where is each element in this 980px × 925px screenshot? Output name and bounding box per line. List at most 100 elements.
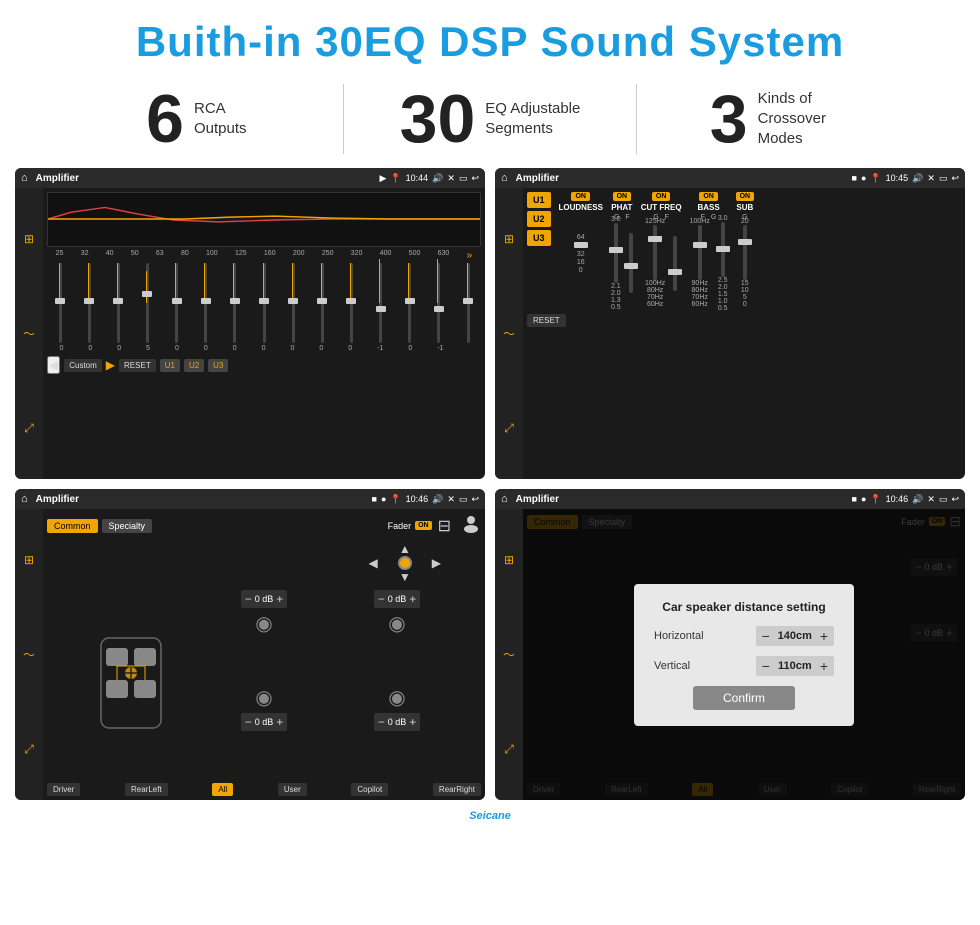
stat-divider-1	[343, 84, 344, 154]
all-button[interactable]: All	[212, 783, 233, 796]
eq-slider-2[interactable]	[76, 263, 102, 343]
eq-reset-button[interactable]: RESET	[119, 359, 156, 372]
dialog-home-icon[interactable]: ⌂	[501, 493, 508, 505]
eq-sidebar-eq-icon[interactable]: ⊞	[24, 232, 34, 246]
dialog-volume-icon: 🔊	[912, 494, 923, 505]
eq-sidebar: ⊞ 〜 ⤢	[15, 188, 43, 479]
speaker-layout: − 0 dB + ◉	[47, 590, 481, 775]
eq-slider-11[interactable]	[338, 263, 364, 343]
db-control-bl: − 0 dB +	[241, 713, 288, 731]
vertical-minus[interactable]: −	[762, 658, 770, 674]
fader-label: Fader	[388, 521, 412, 531]
eq-slider-8[interactable]	[251, 263, 277, 343]
eq-values: 0 0 0 5 0 0 0 0 0 0 0 -1 0 -1	[47, 345, 481, 352]
fader-right-icon[interactable]: ▶	[432, 556, 441, 570]
amp-cutfreq-sliders: 125Hz 100Hz 80Hz 70Hz 60Hz	[645, 223, 677, 303]
horizontal-plus[interactable]: +	[820, 628, 828, 644]
db-minus-br[interactable]: −	[378, 715, 385, 729]
driver-button[interactable]: Driver	[47, 783, 80, 796]
eq-next-button[interactable]: ▶	[106, 358, 115, 372]
eq-slider-3[interactable]	[105, 263, 131, 343]
dialog-sidebar-expand-icon[interactable]: ⤢	[504, 742, 514, 757]
amp-u1-button[interactable]: U1	[527, 192, 551, 208]
screens-grid: ⌂ Amplifier ▶ 📍 10:44 🔊 ✕ ▭ ↩ ⊞ 〜 ⤢	[0, 168, 980, 808]
eq-sidebar-wave-icon[interactable]: 〜	[23, 325, 35, 342]
eq-slider-4[interactable]	[134, 263, 160, 343]
eq-more-icon[interactable]: »	[467, 250, 473, 261]
eq-slider-6[interactable]	[193, 263, 219, 343]
eq-u1-button[interactable]: U1	[160, 359, 180, 372]
common-sidebar-wave-icon[interactable]: 〜	[23, 646, 35, 663]
eq-slider-7[interactable]	[222, 263, 248, 343]
eq-u3-button[interactable]: U3	[208, 359, 228, 372]
eq-sidebar-expand-icon[interactable]: ⤢	[24, 421, 34, 436]
common-volume-icon: 🔊	[432, 494, 443, 505]
rearleft-button[interactable]: RearLeft	[125, 783, 168, 796]
eq-slider-5[interactable]	[164, 263, 190, 343]
db-minus-tl[interactable]: −	[245, 592, 252, 606]
common-home-icon[interactable]: ⌂	[21, 493, 28, 505]
eq-slider-13[interactable]	[397, 263, 423, 343]
eq-content: ⊞ 〜 ⤢ 25 32 4	[15, 188, 485, 479]
copilot-button[interactable]: Copilot	[351, 783, 388, 796]
horizontal-minus[interactable]: −	[762, 628, 770, 644]
amp-bass-on[interactable]: ON	[699, 192, 718, 201]
eq-graph	[47, 192, 481, 247]
rearright-button[interactable]: RearRight	[433, 783, 481, 796]
db-plus-tl[interactable]: +	[276, 592, 283, 606]
stat-rca-number: 6	[146, 85, 184, 153]
fader-left-icon[interactable]: ◀	[369, 556, 378, 570]
eq-window-icon: ▭	[459, 173, 468, 184]
amp-content: ⊞ 〜 ⤢ U1 U2 U3 ON LOUDNESS	[495, 188, 965, 479]
stat-rca-desc: RCAOutputs	[194, 99, 247, 140]
eq-slider-12[interactable]	[368, 263, 394, 343]
dialog-sidebar-eq-icon[interactable]: ⊞	[504, 553, 514, 567]
amp-loudness-on[interactable]: ON	[571, 192, 590, 201]
eq-custom-button[interactable]: Custom	[64, 359, 102, 372]
common-sidebar-expand-icon[interactable]: ⤢	[24, 742, 34, 757]
amp-phat-on[interactable]: ON	[613, 192, 632, 201]
amp-u3-button[interactable]: U3	[527, 230, 551, 246]
amp-cutfreq-on[interactable]: ON	[652, 192, 671, 201]
amp-sidebar-expand-icon[interactable]: ⤢	[504, 421, 514, 436]
eq-slider-15[interactable]	[455, 263, 481, 343]
db-plus-br[interactable]: +	[409, 715, 416, 729]
db-minus-bl[interactable]: −	[245, 715, 252, 729]
vertical-plus[interactable]: +	[820, 658, 828, 674]
amp-reset-button[interactable]: RESET	[527, 314, 566, 327]
eq-slider-14[interactable]	[426, 263, 452, 343]
stat-rca: 6 RCAOutputs	[60, 85, 333, 153]
profile-icon[interactable]	[461, 513, 481, 538]
stat-eq-number: 30	[400, 85, 476, 153]
eq-slider-9[interactable]	[280, 263, 306, 343]
amp-u2-button[interactable]: U2	[527, 211, 551, 227]
dialog-sidebar-wave-icon[interactable]: 〜	[503, 646, 515, 663]
speaker-tr: − 0 dB + ◉	[313, 590, 481, 681]
stat-divider-2	[636, 84, 637, 154]
eq-u2-button[interactable]: U2	[184, 359, 204, 372]
dialog-dot-icon: ●	[861, 494, 866, 504]
specialty-tab[interactable]: Specialty	[102, 519, 153, 533]
confirm-button[interactable]: Confirm	[693, 686, 795, 710]
amp-sidebar-eq-icon[interactable]: ⊞	[504, 232, 514, 246]
fader-up-icon[interactable]: ▲	[399, 542, 411, 556]
eq-slider-10[interactable]	[309, 263, 335, 343]
eq-home-icon[interactable]: ⌂	[21, 172, 28, 184]
fader-slider-icon[interactable]: ⊟	[438, 516, 451, 536]
common-tab[interactable]: Common	[47, 519, 98, 533]
db-plus-tr[interactable]: +	[409, 592, 416, 606]
amp-home-icon[interactable]: ⌂	[501, 172, 508, 184]
modal-box: Car speaker distance setting Horizontal …	[634, 584, 854, 726]
db-minus-tr[interactable]: −	[378, 592, 385, 606]
db-plus-bl[interactable]: +	[276, 715, 283, 729]
amp-sidebar-wave-icon[interactable]: 〜	[503, 325, 515, 342]
fader-down-icon[interactable]: ▼	[399, 570, 411, 584]
amp-sub-on[interactable]: ON	[736, 192, 755, 201]
common-main: Common Specialty Fader ON ⊟ ▲ ◀	[43, 509, 485, 800]
eq-prev-button[interactable]: ◀	[47, 356, 60, 374]
eq-slider-1[interactable]	[47, 263, 73, 343]
fader-center[interactable]	[398, 556, 412, 570]
common-sidebar-eq-icon[interactable]: ⊞	[24, 553, 34, 567]
user-button[interactable]: User	[278, 783, 307, 796]
watermark: Seicane	[0, 808, 980, 824]
